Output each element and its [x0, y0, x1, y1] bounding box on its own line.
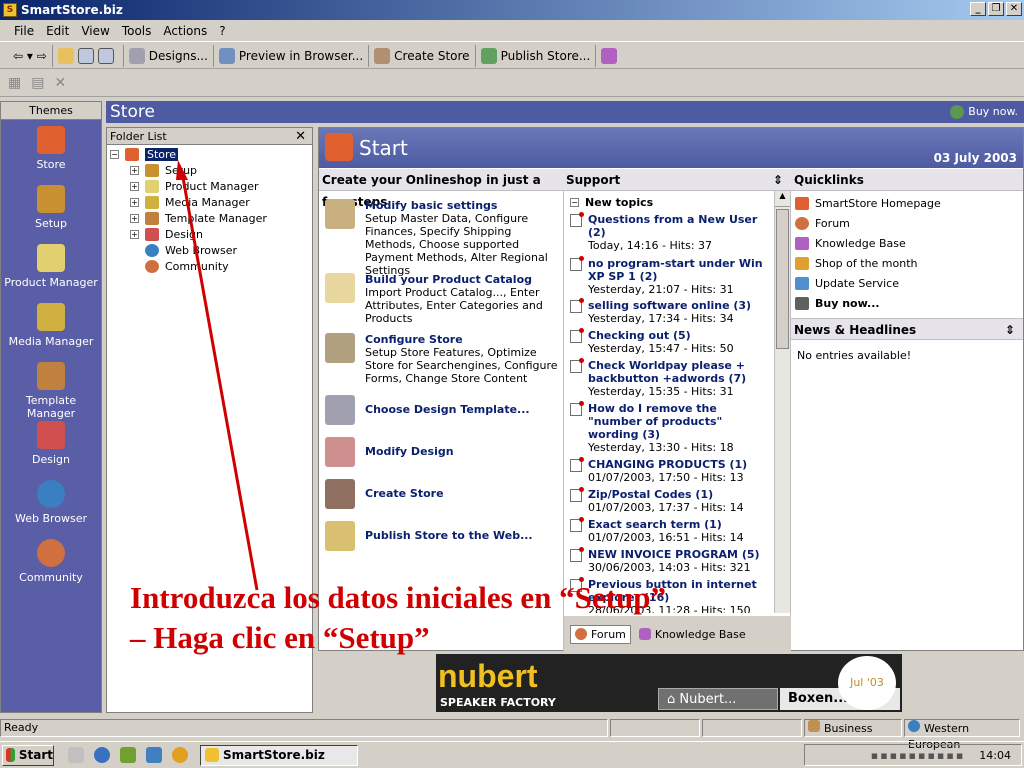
windows-logo-icon: [6, 748, 15, 762]
ie-icon[interactable]: [94, 747, 110, 763]
globe-icon: [908, 720, 920, 732]
start-button[interactable]: Start: [2, 744, 54, 766]
status-bar: Ready Business Western European: [0, 719, 1024, 751]
taskbar: Start SmartStore.biz ▪▪▪▪▪▪▪▪▪▪ 14:04: [0, 741, 1024, 768]
status-business: Business: [804, 719, 902, 737]
clock: 14:04: [979, 748, 1011, 762]
system-tray: ▪▪▪▪▪▪▪▪▪▪ 14:04: [804, 744, 1022, 766]
quicklaunch-icon[interactable]: [120, 747, 136, 763]
annotation-line2: – Haga clic en “Setup”: [130, 620, 430, 655]
app-icon: [205, 748, 219, 762]
media-player-icon[interactable]: [172, 747, 188, 763]
status-blank-1: [610, 719, 700, 737]
quick-launch: [68, 747, 192, 763]
status-blank-2: [702, 719, 802, 737]
business-icon: [808, 720, 820, 732]
taskbar-smartstore[interactable]: SmartStore.biz: [200, 744, 358, 766]
quicklaunch-icon[interactable]: [146, 747, 162, 763]
quicklaunch-icon[interactable]: [68, 747, 84, 763]
tray-icons[interactable]: ▪▪▪▪▪▪▪▪▪▪: [871, 749, 966, 762]
status-locale: Western European: [904, 719, 1020, 751]
status-ready: Ready: [0, 719, 608, 737]
annotation-line1: Introduzca los datos iniciales en “Setup…: [130, 580, 666, 615]
